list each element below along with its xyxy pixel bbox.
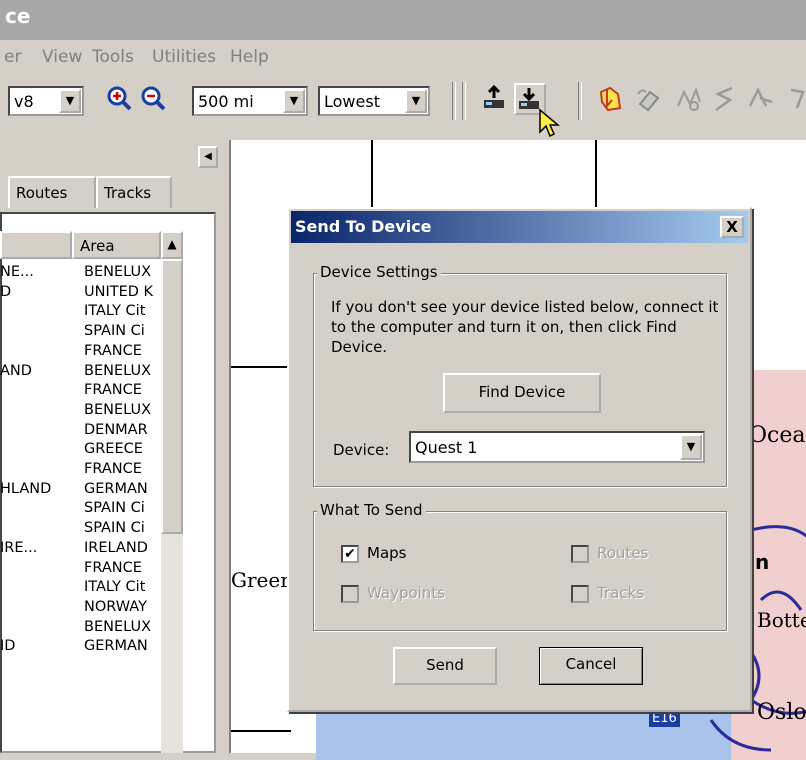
receive-from-device-icon[interactable] [478, 83, 512, 117]
list-item-name[interactable]: NE... [0, 264, 34, 280]
collapse-panel-button[interactable]: ◀ [198, 146, 218, 168]
select-tool-icon[interactable] [672, 83, 706, 117]
dialog-title-bar[interactable]: Send To Device X [291, 211, 748, 243]
close-icon[interactable]: X [720, 216, 744, 238]
routes-checkbox[interactable] [571, 545, 589, 563]
list-item-area[interactable]: BENELUX [84, 402, 160, 418]
list-item-name[interactable]: HLAND [0, 481, 51, 497]
chevron-down-icon[interactable]: ▼ [59, 89, 81, 113]
list-item-area[interactable]: GREECE [84, 441, 160, 457]
maps-label: Maps [367, 544, 407, 562]
tracks-label: Tracks [597, 584, 645, 602]
tab-tracks[interactable]: Tracks [96, 176, 172, 208]
map-grid-line [231, 366, 291, 368]
device-instructions: If you don't see your device listed belo… [331, 298, 719, 356]
map-label-n: n [755, 550, 770, 574]
find-device-button[interactable]: Find Device [443, 373, 601, 413]
list-item-area[interactable]: NORWAY [84, 599, 160, 615]
list-item-area[interactable]: FRANCE [84, 560, 160, 576]
list-item-area[interactable]: GERMAN [84, 638, 160, 654]
map-label-greenland: Greer [231, 568, 290, 592]
chevron-down-icon[interactable]: ▼ [283, 89, 305, 113]
list-item-area[interactable]: GERMAN [84, 481, 160, 497]
list-item-area[interactable]: FRANCE [84, 382, 160, 398]
tab-routes-label: Routes [16, 184, 68, 202]
version-select-value: v8 [14, 92, 34, 111]
waypoints-label: Waypoints [367, 584, 446, 602]
map-grid-line [595, 140, 597, 210]
device-settings-legend: Device Settings [317, 263, 441, 281]
device-select[interactable]: Quest 1 ▼ [409, 431, 705, 463]
cancel-button[interactable]: Cancel [539, 647, 643, 685]
toolbar-separator [462, 82, 466, 120]
map-tool-icon[interactable] [594, 83, 628, 117]
list-item-area[interactable]: SPAIN Ci [84, 520, 160, 536]
app-title: ce [5, 4, 31, 28]
detail-select[interactable]: Lowest ▼ [318, 86, 430, 116]
eraser-icon[interactable] [632, 83, 666, 117]
list-item-area[interactable]: ITALY Cit [84, 579, 160, 595]
detail-select-value: Lowest [324, 92, 380, 111]
road-sign-e16: E16 [649, 710, 680, 727]
list-item-area[interactable]: BENELUX [84, 363, 160, 379]
waypoints-checkbox[interactable] [341, 585, 359, 603]
device-label: Device: [333, 441, 390, 459]
toolbar-separator [578, 82, 582, 120]
column-header-name[interactable] [0, 231, 72, 259]
maps-checkbox[interactable]: ✔ [341, 545, 359, 563]
list-item-name[interactable]: D [0, 284, 11, 300]
dialog-title: Send To Device [295, 217, 432, 236]
column-header-area[interactable]: Area [72, 231, 161, 259]
list-item-area[interactable]: BENELUX [84, 619, 160, 635]
scale-select-value: 500 mi [198, 92, 254, 111]
map-grid-line [231, 730, 291, 732]
track-tool-icon[interactable] [744, 83, 778, 117]
list-item-area[interactable]: IRELAND [84, 540, 160, 556]
zoom-out-icon[interactable] [136, 83, 170, 117]
map-label-botte: Botte [757, 608, 806, 632]
list-item-area[interactable]: SPAIN Ci [84, 323, 160, 339]
send-button[interactable]: Send [393, 647, 497, 685]
route-tool-icon[interactable] [708, 83, 742, 117]
menu-item-partial[interactable]: er [4, 47, 21, 67]
send-to-device-dialog: Send To Device X Device Settings If you … [287, 207, 752, 712]
device-select-value: Quest 1 [415, 438, 478, 457]
version-select[interactable]: v8 ▼ [8, 86, 84, 116]
chevron-down-icon[interactable]: ▼ [680, 434, 702, 460]
list-item-name[interactable]: AND [0, 363, 32, 379]
mouse-cursor-icon [538, 108, 561, 144]
menu-item-view[interactable]: View [42, 47, 82, 67]
list-item-name[interactable]: ID [0, 638, 15, 654]
map-label-oslo: Oslo [757, 700, 806, 725]
tab-tracks-label: Tracks [104, 184, 152, 202]
list-item-area[interactable]: FRANCE [84, 343, 160, 359]
menu-item-help[interactable]: Help [230, 47, 269, 67]
menu-bar: er View Tools Utilities Help [0, 40, 806, 74]
list-item-name[interactable]: IRE... [0, 540, 37, 556]
zoom-in-icon[interactable] [102, 83, 136, 117]
list-item-area[interactable]: ITALY Cit [84, 303, 160, 319]
menu-item-utilities[interactable]: Utilities [152, 47, 216, 67]
map-label-ocean: Ocea [749, 423, 806, 448]
column-header-area-label: Area [80, 237, 115, 255]
list-item-area[interactable]: FRANCE [84, 461, 160, 477]
list-item-area[interactable]: SPAIN Ci [84, 500, 160, 516]
scale-select[interactable]: 500 mi ▼ [192, 86, 308, 116]
list-item-area[interactable]: UNITED K [84, 284, 160, 300]
extra-tool-icon[interactable] [782, 83, 806, 117]
tracks-checkbox[interactable] [571, 585, 589, 603]
list-item-area[interactable]: BENELUX [84, 264, 160, 280]
scroll-up-icon[interactable]: ▲ [161, 231, 183, 259]
toolbar-separator [452, 82, 456, 120]
chevron-down-icon[interactable]: ▼ [405, 89, 427, 113]
app-title-bar[interactable]: ce [0, 0, 806, 40]
menu-item-tools[interactable]: Tools [92, 47, 134, 67]
what-to-send-group [313, 511, 727, 631]
list-item-area[interactable]: DENMAR [84, 422, 160, 438]
scrollbar-thumb[interactable] [161, 259, 183, 534]
routes-label: Routes [597, 544, 649, 562]
what-to-send-legend: What To Send [317, 501, 426, 519]
tab-routes[interactable]: Routes [8, 176, 96, 208]
